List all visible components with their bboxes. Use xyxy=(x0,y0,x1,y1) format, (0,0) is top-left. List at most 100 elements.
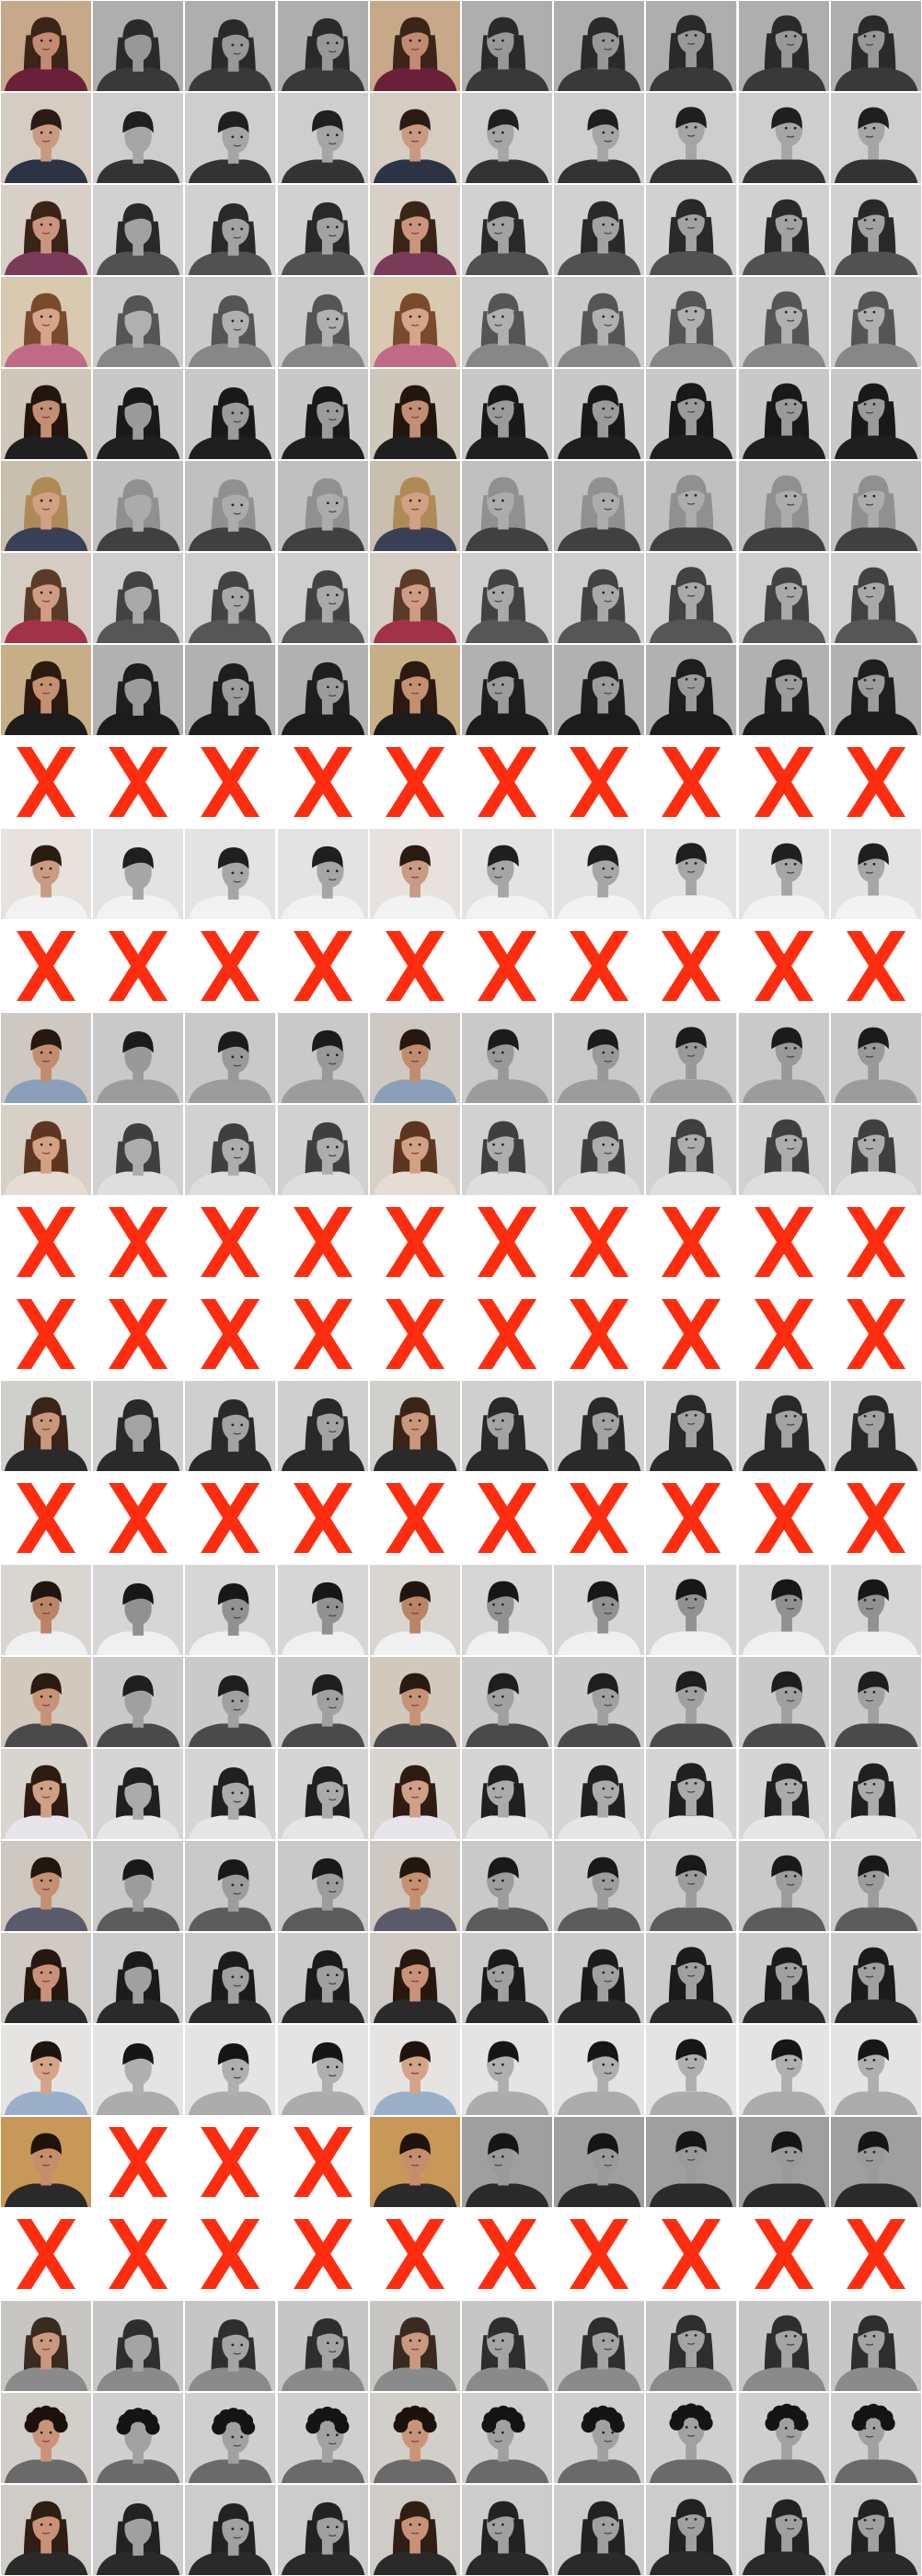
face-photo-cell xyxy=(829,1840,922,1932)
face-photo-cell xyxy=(829,2484,922,2576)
eye xyxy=(231,1147,235,1151)
face-photo xyxy=(369,1381,460,1471)
face-photo xyxy=(1,185,92,275)
face-photo-cell xyxy=(92,276,185,368)
missing-photo-cell xyxy=(184,1288,277,1380)
missing-cross-icon xyxy=(109,747,168,817)
eye xyxy=(409,499,412,502)
face-photo-cell xyxy=(737,2116,830,2208)
face-photo-cell xyxy=(92,1656,185,1748)
missing-cross-icon xyxy=(293,1207,352,1277)
eye xyxy=(501,2523,504,2526)
eye xyxy=(492,867,495,870)
eye xyxy=(40,1879,43,1882)
eye xyxy=(863,2058,867,2062)
eye xyxy=(492,1695,495,1698)
face-photo-cell xyxy=(553,276,646,368)
face-photo xyxy=(277,553,368,643)
face-photo-cell xyxy=(0,368,93,460)
eye xyxy=(784,1690,788,1694)
face-photo-cell xyxy=(368,92,461,184)
face-photo xyxy=(462,1933,553,2023)
face-photo xyxy=(462,2025,553,2115)
eye xyxy=(231,871,235,875)
face-photo xyxy=(369,1749,460,1839)
eye xyxy=(40,1051,43,1054)
eye xyxy=(793,2334,797,2338)
face-photo-cell xyxy=(645,2392,738,2484)
eye xyxy=(784,1598,788,1602)
eye xyxy=(602,2155,605,2158)
eye xyxy=(49,2431,52,2434)
face-photo xyxy=(93,1657,184,1747)
face-photo-cell xyxy=(276,2300,369,2392)
face-photo-cell xyxy=(184,276,277,368)
eye xyxy=(863,34,867,38)
face-photo-cell xyxy=(184,460,277,552)
eye xyxy=(501,1695,504,1698)
eye xyxy=(611,591,615,594)
face-photo xyxy=(554,1933,645,2023)
missing-cross-icon xyxy=(109,1299,168,1369)
eye xyxy=(335,1881,339,1885)
eye xyxy=(501,591,504,594)
face-photo xyxy=(738,1381,829,1471)
missing-photo-cell xyxy=(461,1288,554,1380)
face-photo xyxy=(1,1933,92,2023)
eye xyxy=(695,2057,697,2061)
face-photo-cell xyxy=(92,1932,185,2024)
face-photo xyxy=(830,1657,921,1747)
missing-cross-icon xyxy=(17,747,76,817)
eye xyxy=(602,2063,605,2066)
face-photo xyxy=(277,185,368,275)
eye xyxy=(872,2058,876,2062)
eye xyxy=(793,402,797,406)
eye xyxy=(49,1695,52,1698)
eye xyxy=(418,131,421,134)
face-photo-cell xyxy=(829,1748,922,1840)
eye xyxy=(793,126,797,130)
eye xyxy=(418,2523,421,2526)
face-photo-cell xyxy=(276,2024,369,2116)
face-photo xyxy=(462,1749,553,1839)
face-pose-grid xyxy=(0,0,922,2576)
eye xyxy=(501,1143,504,1146)
eye xyxy=(240,1607,244,1611)
face-photo xyxy=(185,1013,276,1103)
eye xyxy=(231,687,235,691)
face-photo-cell xyxy=(0,1748,93,1840)
face-photo-cell xyxy=(0,1564,93,1656)
hair-curl xyxy=(334,2419,349,2434)
eye xyxy=(611,315,615,318)
face-photo xyxy=(830,829,921,919)
eye xyxy=(863,1966,867,1970)
eye xyxy=(418,1879,421,1882)
eye xyxy=(40,1787,43,1790)
face-photo-cell xyxy=(737,1564,830,1656)
eye xyxy=(501,39,504,42)
face-photo xyxy=(646,829,737,919)
face-photo xyxy=(93,1381,184,1471)
face-photo-cell xyxy=(645,0,738,92)
eye xyxy=(335,1973,339,1977)
face-photo-cell xyxy=(0,184,93,276)
eye xyxy=(40,131,43,134)
face-photo-cell xyxy=(737,644,830,736)
face-photo xyxy=(830,645,921,735)
missing-photo-cell xyxy=(0,1472,93,1564)
face-photo-cell xyxy=(737,1104,830,1196)
face-photo xyxy=(93,645,184,735)
eye xyxy=(695,2333,697,2337)
eye xyxy=(695,33,697,37)
eye xyxy=(49,1879,52,1882)
eye xyxy=(872,862,876,866)
face-photo xyxy=(185,2485,276,2575)
face-photo xyxy=(185,1105,276,1195)
face-photo xyxy=(1,553,92,643)
face-photo-cell xyxy=(0,828,93,920)
face-photo xyxy=(185,93,276,183)
face-photo-cell xyxy=(553,1656,646,1748)
missing-cross-icon xyxy=(109,2127,168,2197)
face-photo-cell xyxy=(737,1012,830,1104)
missing-photo-cell xyxy=(368,736,461,828)
